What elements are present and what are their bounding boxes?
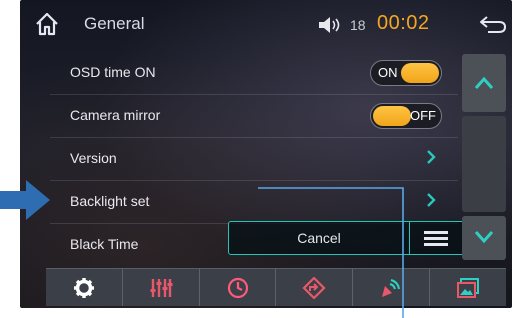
gallery-icon: [457, 277, 480, 298]
scroll-down-button[interactable]: [462, 216, 506, 260]
black-time-value: Cancel: [297, 230, 341, 246]
row-label: Camera mirror: [70, 107, 161, 123]
chevron-right-icon: [427, 150, 436, 164]
clock-display: 00:02: [377, 12, 430, 34]
chevron-right-icon: [427, 193, 436, 207]
tab-equalizer[interactable]: [123, 269, 200, 306]
toggle-state: ON: [378, 65, 398, 80]
tab-general-settings[interactable]: [46, 269, 123, 306]
tab-gallery[interactable]: [430, 269, 506, 306]
clock-icon: [227, 277, 248, 298]
settings-list: OSD time ON ON Camera mirror OFF Version…: [50, 52, 466, 266]
row-label: Version: [70, 150, 117, 166]
equalizer-icon: [150, 278, 173, 297]
annotation-arrow-icon: [0, 180, 50, 220]
chevron-down-icon: [474, 231, 494, 244]
volume-icon: [319, 17, 340, 33]
toggle-state: OFF: [410, 108, 436, 123]
row-label: OSD time ON: [70, 64, 156, 80]
row-backlight-set[interactable]: Backlight set: [50, 181, 458, 224]
black-time-select[interactable]: Cancel: [228, 221, 466, 255]
head-unit-screen: General 18 00:02 OSD time ON ON Camera m…: [20, 0, 512, 308]
row-camera-mirror[interactable]: Camera mirror OFF: [50, 95, 458, 138]
page-title: General: [84, 14, 145, 33]
bluetooth-icon: [382, 278, 401, 297]
bottom-toolbar: [46, 268, 506, 306]
header-bar: General 18 00:02: [20, 0, 512, 50]
menu-icon[interactable]: [422, 228, 450, 248]
tab-navigation[interactable]: [276, 269, 354, 306]
row-osd-time[interactable]: OSD time ON ON: [50, 52, 458, 95]
tab-time[interactable]: [200, 269, 277, 306]
row-label: Backlight set: [70, 193, 150, 209]
scrollbar-track[interactable]: [462, 116, 506, 212]
volume-level: 18: [350, 17, 366, 33]
select-divider: [409, 222, 410, 254]
chevron-up-icon: [474, 76, 494, 89]
row-label: Black Time: [70, 236, 139, 252]
camera-mirror-toggle[interactable]: OFF: [370, 103, 442, 129]
toggle-knob: [373, 106, 411, 126]
back-icon[interactable]: [478, 13, 508, 35]
row-version[interactable]: Version: [50, 138, 458, 181]
navigation-icon: [302, 276, 326, 299]
home-icon[interactable]: [34, 11, 60, 37]
toggle-knob: [401, 63, 439, 83]
scroll-up-button[interactable]: [462, 54, 506, 112]
tab-bluetooth[interactable]: [353, 269, 431, 306]
settings-gear-icon: [73, 277, 94, 298]
osd-time-toggle[interactable]: ON: [370, 60, 442, 86]
